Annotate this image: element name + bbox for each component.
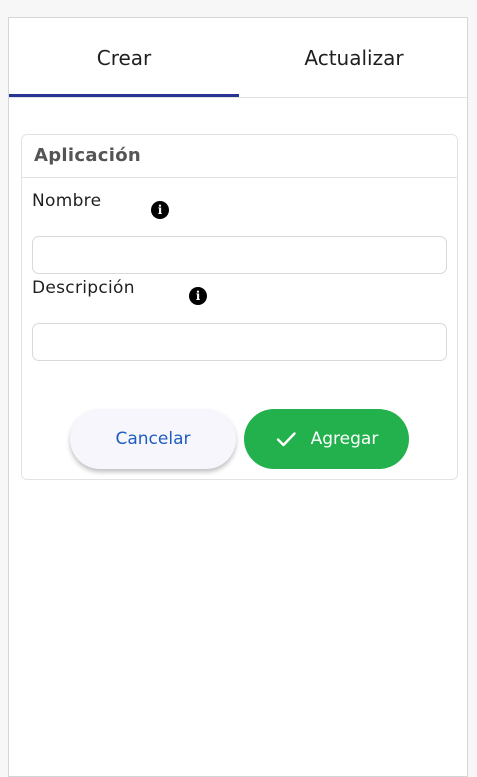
application-card: Aplicación Nombre i Descripción i Cancel… bbox=[21, 134, 458, 480]
tab-bar: Crear Actualizar bbox=[9, 18, 469, 98]
form-panel: Crear Actualizar Aplicación Nombre i Des… bbox=[8, 17, 469, 777]
info-icon[interactable]: i bbox=[151, 201, 169, 219]
card-header: Aplicación bbox=[22, 135, 457, 178]
cancel-button[interactable]: Cancelar bbox=[70, 409, 236, 469]
description-input[interactable] bbox=[32, 323, 447, 361]
description-label: Descripción bbox=[32, 278, 135, 298]
add-button[interactable]: Agregar bbox=[244, 409, 409, 469]
tab-update-label: Actualizar bbox=[304, 46, 404, 70]
cancel-button-label: Cancelar bbox=[115, 429, 191, 449]
add-button-label: Agregar bbox=[310, 429, 379, 449]
name-label: Nombre bbox=[32, 191, 102, 211]
tab-create-label: Crear bbox=[96, 46, 152, 70]
active-tab-indicator bbox=[9, 94, 239, 97]
check-icon bbox=[275, 428, 297, 450]
tab-create[interactable]: Crear bbox=[9, 18, 239, 98]
info-icon[interactable]: i bbox=[189, 287, 207, 305]
tab-update[interactable]: Actualizar bbox=[239, 18, 469, 98]
name-input[interactable] bbox=[32, 236, 447, 274]
card-title: Aplicación bbox=[34, 145, 141, 166]
